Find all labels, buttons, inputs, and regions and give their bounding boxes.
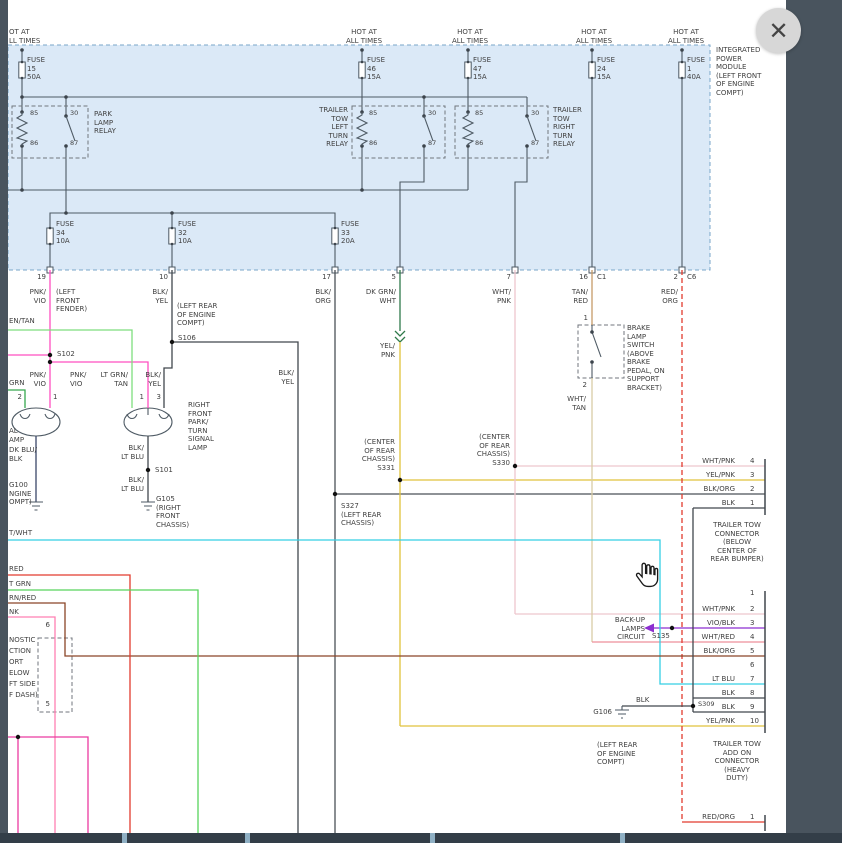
wire-pnk bbox=[8, 617, 55, 833]
wire-blk-grounds bbox=[622, 508, 765, 712]
right-front-lamp-symbol bbox=[124, 408, 172, 436]
wire-blk-yel bbox=[164, 270, 298, 833]
scrollbar-tick-4 bbox=[620, 833, 625, 843]
wire-magenta bbox=[8, 737, 88, 833]
ground-left-lamp-symbol bbox=[29, 502, 43, 510]
ground-g106-symbol bbox=[615, 706, 629, 718]
close-icon: ✕ bbox=[768, 19, 788, 43]
wiring-diagram-viewer: OT AT LL TIMESHOT AT ALL TIMESHOT AT ALL… bbox=[0, 0, 842, 843]
wire-lt-grn-tan bbox=[8, 330, 132, 408]
left-front-lamp-symbol bbox=[12, 408, 60, 436]
scrollbar-tick-2 bbox=[245, 833, 250, 843]
wiring-diagram-canvas[interactable] bbox=[0, 0, 842, 843]
wire-vio-blk bbox=[644, 624, 765, 633]
backup-circuit-arrow bbox=[644, 624, 654, 633]
wire-wht-pnk bbox=[515, 270, 765, 614]
wire-dk-grn-wht bbox=[395, 270, 405, 342]
wire-red bbox=[8, 575, 130, 833]
ground-g105-symbol bbox=[141, 502, 155, 510]
wire-pnk-vio bbox=[8, 270, 148, 408]
brake-lamp-switch-symbol bbox=[578, 325, 624, 378]
wire-red-org bbox=[682, 270, 765, 822]
bottom-scrollbar[interactable] bbox=[0, 833, 842, 843]
left-edge-panel bbox=[0, 0, 8, 843]
wire-yel-pnk bbox=[400, 342, 765, 726]
wire-grn-tan bbox=[8, 390, 25, 408]
right-edge-panel bbox=[786, 0, 842, 843]
scrollbar-tick-1 bbox=[122, 833, 127, 843]
wire-lt-blu bbox=[8, 540, 765, 684]
scrollbar-tick-3 bbox=[430, 833, 435, 843]
color-change-chevron bbox=[395, 331, 405, 336]
ipm-module bbox=[8, 45, 710, 273]
close-button[interactable]: ✕ bbox=[756, 8, 801, 53]
wire-lt-grn bbox=[8, 590, 198, 833]
